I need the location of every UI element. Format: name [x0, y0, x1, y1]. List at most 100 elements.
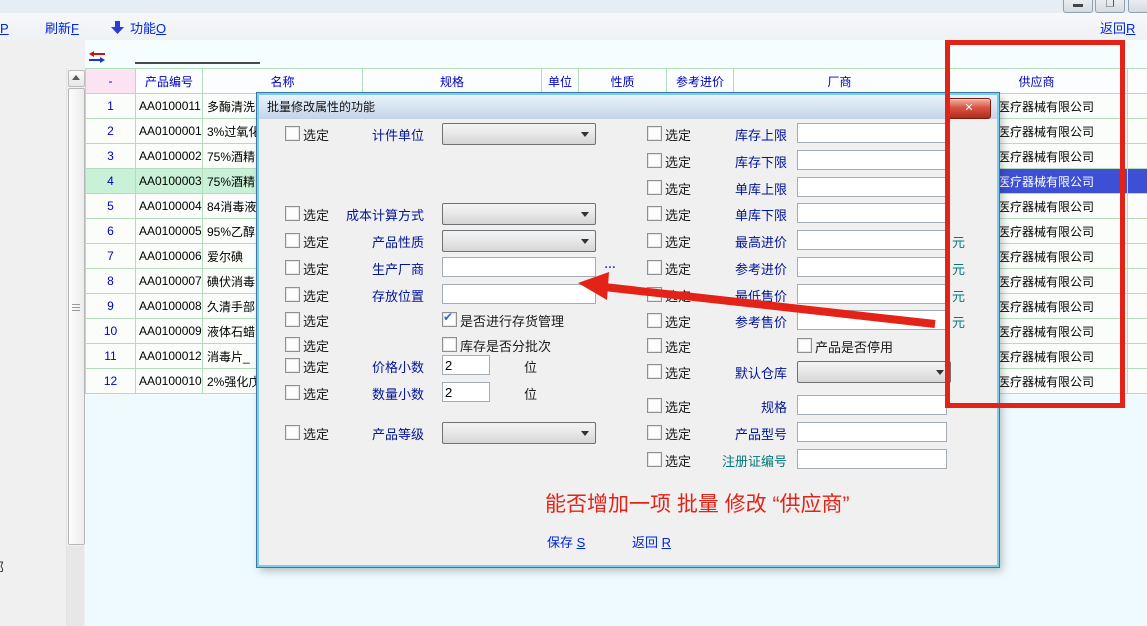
select-checkbox[interactable]	[647, 364, 662, 379]
table-cell[interactable]	[1128, 244, 1147, 269]
restore-button-icon[interactable]: ❐	[1095, 0, 1125, 13]
table-cell[interactable]	[1128, 344, 1147, 369]
filter-input[interactable]	[135, 62, 260, 64]
table-cell[interactable]: 9	[86, 294, 136, 319]
field-input[interactable]	[797, 310, 947, 330]
table-cell[interactable]: AA0100009	[136, 319, 203, 344]
table-cell[interactable]	[1128, 269, 1147, 294]
scrollbar-thumb[interactable]	[68, 88, 85, 545]
column-header[interactable]: 参考进价	[667, 69, 734, 94]
select-checkbox[interactable]	[647, 233, 662, 248]
scrollbar-track[interactable]	[67, 546, 84, 626]
table-cell[interactable]: AA0100006	[136, 244, 203, 269]
select-checkbox[interactable]	[647, 287, 662, 302]
field-input[interactable]	[797, 449, 947, 469]
field-input[interactable]	[797, 150, 947, 170]
table-cell[interactable]	[1128, 194, 1147, 219]
column-header[interactable]: 产品编号	[136, 69, 203, 94]
table-cell[interactable]	[1128, 169, 1147, 194]
save-button[interactable]: 保存 S	[547, 532, 585, 551]
table-cell[interactable]	[1128, 219, 1147, 244]
table-cell[interactable]: 2	[86, 119, 136, 144]
table-cell[interactable]: AA0100010	[136, 369, 203, 394]
field-checkbox[interactable]	[797, 338, 812, 353]
menu-item-refresh[interactable]: 刷新F	[45, 18, 79, 37]
column-header[interactable]	[1128, 69, 1147, 94]
table-cell[interactable]: 12	[86, 369, 136, 394]
menu-item-function[interactable]: 功能O	[130, 18, 166, 37]
column-header[interactable]: -	[86, 69, 136, 94]
table-cell[interactable]: AA0100005	[136, 219, 203, 244]
table-cell[interactable]: AA0100002	[136, 144, 203, 169]
minimize-button-icon[interactable]: ▬	[1063, 0, 1093, 13]
menu-item-print[interactable]: 打印P	[0, 18, 9, 37]
select-checkbox[interactable]	[647, 425, 662, 440]
table-cell[interactable]: 4	[86, 169, 136, 194]
field-label: 最低售价	[671, 286, 787, 305]
unit-suffix-label: 元	[952, 232, 965, 251]
table-cell[interactable]: 1	[86, 94, 136, 119]
table-cell[interactable]	[1128, 294, 1147, 319]
close-button-icon[interactable]	[1128, 0, 1147, 13]
field-dropdown[interactable]	[797, 361, 951, 383]
swap-arrows-icon[interactable]	[88, 50, 106, 64]
dialog-field-row: 选定库存下限	[259, 150, 997, 172]
column-header[interactable]: 单位	[542, 69, 579, 94]
table-cell[interactable]: AA0100012	[136, 344, 203, 369]
scroll-up-icon[interactable]	[68, 70, 85, 87]
dialog-field-row: 选定规格	[259, 395, 997, 417]
function-down-arrow-icon	[110, 20, 125, 35]
column-header[interactable]: 性质	[579, 69, 667, 94]
vertical-scrollbar[interactable]	[66, 68, 84, 626]
field-label: 规格	[671, 397, 787, 416]
table-cell[interactable]: 10	[86, 319, 136, 344]
select-checkbox[interactable]	[647, 338, 662, 353]
select-checkbox[interactable]	[647, 452, 662, 467]
select-checkbox[interactable]	[647, 260, 662, 275]
table-cell[interactable]: 8	[86, 269, 136, 294]
select-checkbox[interactable]	[647, 126, 662, 141]
column-header[interactable]: 供应商	[946, 69, 1128, 94]
table-cell[interactable]: 6	[86, 219, 136, 244]
column-header[interactable]: 规格	[363, 69, 542, 94]
return-button[interactable]: 返回 R	[632, 532, 671, 551]
select-checkbox[interactable]	[647, 398, 662, 413]
dialog-field-row: 选定单库上限	[259, 177, 997, 199]
field-input[interactable]	[797, 230, 947, 250]
column-header[interactable]: 名称	[203, 69, 363, 94]
unit-suffix-label: 元	[952, 286, 965, 305]
select-checkbox[interactable]	[647, 313, 662, 328]
menu-bar: 打印P 刷新F 功能O 返回R	[0, 13, 1147, 41]
table-cell[interactable]: 11	[86, 344, 136, 369]
table-cell[interactable]: 3	[86, 144, 136, 169]
field-input[interactable]	[797, 395, 947, 415]
table-cell[interactable]: AA0100011	[136, 94, 203, 119]
field-input[interactable]	[797, 123, 947, 143]
field-input[interactable]	[797, 257, 947, 277]
table-cell[interactable]	[1128, 369, 1147, 394]
column-header[interactable]: 厂商	[734, 69, 946, 94]
table-cell[interactable]: AA0100001	[136, 119, 203, 144]
table-cell[interactable]: AA0100003	[136, 169, 203, 194]
table-cell[interactable]: AA0100004	[136, 194, 203, 219]
field-label: 参考售价	[671, 312, 787, 331]
dialog-field-row: 选定注册证编号	[259, 449, 997, 471]
table-cell[interactable]	[1128, 94, 1147, 119]
select-checkbox[interactable]	[647, 180, 662, 195]
menu-item-return[interactable]: 返回R	[1100, 18, 1135, 37]
field-input[interactable]	[797, 177, 947, 197]
dialog-field-row: 选定参考进价元	[259, 257, 997, 279]
field-input[interactable]	[797, 284, 947, 304]
select-checkbox[interactable]	[647, 153, 662, 168]
table-cell[interactable]: AA0100007	[136, 269, 203, 294]
table-cell[interactable]	[1128, 319, 1147, 344]
table-cell[interactable]: 7	[86, 244, 136, 269]
table-cell[interactable]	[1128, 119, 1147, 144]
field-input[interactable]	[797, 422, 947, 442]
table-cell[interactable]	[1128, 144, 1147, 169]
select-checkbox[interactable]	[647, 206, 662, 221]
field-input[interactable]	[797, 203, 947, 223]
table-cell[interactable]: AA0100008	[136, 294, 203, 319]
table-cell[interactable]: 5	[86, 194, 136, 219]
dialog-close-icon[interactable]: ✕	[947, 98, 991, 119]
